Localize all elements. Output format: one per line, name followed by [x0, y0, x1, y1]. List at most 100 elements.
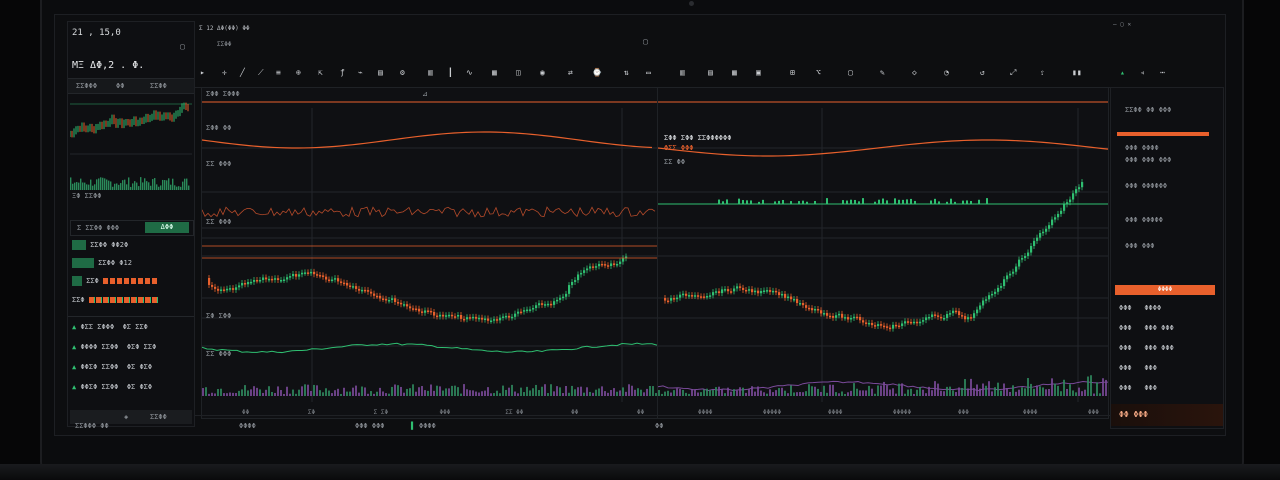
- replay-icon[interactable]: ↺: [980, 68, 985, 80]
- alert-icon[interactable]: ⌁: [358, 68, 363, 80]
- hotlist-icon[interactable]: ▣: [756, 68, 761, 80]
- candle-body: [256, 279, 259, 282]
- book-row-0[interactable]: ΣΣΦΦ ΦΦ2Φ: [72, 240, 128, 250]
- calendar-icon[interactable]: ▦: [732, 68, 737, 80]
- mini-vol-bar: [94, 184, 96, 190]
- candle-body: [316, 274, 319, 276]
- timeframe-icon[interactable]: ⌚: [592, 68, 602, 80]
- order-a-3: ΦΦΣΦ ΣΣΦΦ: [80, 383, 119, 391]
- chat-icon[interactable]: ✎: [880, 68, 885, 80]
- right-row-0[interactable]: ΦΦΦ ΦΦΦΦ: [1119, 304, 1161, 312]
- news-icon[interactable]: ▤: [708, 68, 713, 80]
- candle-body: [592, 266, 595, 268]
- volume-bar: [778, 388, 780, 396]
- mini-vol-bar: [112, 186, 114, 190]
- candles-icon[interactable]: ┃: [448, 68, 453, 80]
- line-chart-icon[interactable]: ∿: [466, 68, 473, 80]
- order-row-0[interactable]: ▲ ΦΣΣ ΣΦΦΦ ΦΣ ΣΣΦ: [72, 323, 148, 331]
- mini-vol-bar: [116, 183, 118, 190]
- bars-icon[interactable]: ▮▮: [1072, 68, 1082, 80]
- book-row-1[interactable]: ΣΣΦΦ Φ12: [72, 258, 132, 268]
- depth-icon[interactable]: ▥: [680, 68, 685, 80]
- candle-body: [820, 310, 823, 314]
- chart-pane-left[interactable]: ΣΦΦ ΣΦΦΦ ⊿ ΦΦ ΣΦ Σ ΣΦ ΦΦΦ ΣΣ ΦΦ ΦΦ ΦΦ ΣΦΦ ΦΦ Σ…: [201, 87, 658, 419]
- signal-icon[interactable]: ▴: [1120, 68, 1125, 80]
- right-bottom-bar[interactable]: ΦΦ ΦΦΦ: [1111, 404, 1223, 426]
- candle-body: [868, 322, 871, 325]
- order-a-1: ΦΦΦΦ ΣΣΦΦ: [80, 343, 119, 351]
- screener-icon[interactable]: ⊞: [790, 68, 795, 80]
- mini-vol-bar: [82, 182, 84, 190]
- order-icon[interactable]: ▭: [646, 68, 651, 80]
- right-row-2[interactable]: ΦΦΦ ΦΦΦ ΦΦΦ: [1119, 344, 1174, 352]
- pine-icon[interactable]: ⌥: [816, 68, 821, 80]
- candle-body: [223, 289, 226, 291]
- indicator-icon[interactable]: ƒ: [340, 68, 345, 80]
- window-controls[interactable]: — ▢ ✕: [1113, 21, 1131, 28]
- book-row-2[interactable]: ΣΣΦ: [72, 276, 158, 286]
- fullscreen-icon[interactable]: ⤢: [1010, 68, 1016, 80]
- mini-vol-bar: [102, 177, 104, 190]
- flat-green-bar: [962, 200, 964, 204]
- order-row-1[interactable]: ▲ ΦΦΦΦ ΣΣΦΦ ΦΣΦ ΣΣΦ: [72, 343, 156, 351]
- volume-bar: [925, 393, 927, 396]
- camera-icon[interactable]: ◉: [540, 68, 545, 80]
- volume-bar: [775, 390, 777, 396]
- candle-body: [487, 318, 490, 321]
- crosshair-icon[interactable]: ✛: [222, 68, 227, 80]
- volume-bar: [265, 389, 267, 396]
- fib-icon[interactable]: ≡: [276, 68, 281, 80]
- share-icon[interactable]: ⇪: [1040, 68, 1045, 80]
- right-row-1[interactable]: ΦΦΦ ΦΦΦ ΦΦΦ: [1119, 324, 1174, 332]
- volume-bar: [772, 392, 774, 396]
- save-icon[interactable]: ▤: [378, 68, 383, 80]
- ray-icon[interactable]: ⟋: [258, 68, 264, 80]
- volume-bar: [937, 383, 939, 396]
- volume-bar: [304, 384, 306, 396]
- layout-icon[interactable]: ◫: [516, 68, 521, 80]
- menu-icon[interactable]: ▸: [200, 68, 205, 80]
- left-chart-svg: ΦΦ ΣΦ Σ ΣΦ ΦΦΦ ΣΣ ΦΦ ΦΦ ΦΦ: [202, 101, 657, 416]
- volume-bar: [958, 387, 960, 396]
- volume-bar: [439, 386, 441, 396]
- watchlist-icon[interactable]: ▢: [848, 68, 853, 80]
- right-row-3[interactable]: ΦΦΦ ΦΦΦ: [1119, 364, 1157, 372]
- volume-bar: [541, 386, 543, 396]
- order-row-3[interactable]: ▲ ΦΦΣΦ ΣΣΦΦ ΦΣ ΦΣΦ: [72, 383, 152, 391]
- chart-pane-right[interactable]: ΦΦΦΦ ΦΦΦΦΦ ΦΦΦΦ ΦΦΦΦΦ ΦΦΦ ΦΦΦΦ ΦΦΦ ΣΦΦ ΣΦΦ ΣΣΦ…: [657, 87, 1109, 419]
- volume-bar: [373, 393, 375, 396]
- volume-bar: [226, 393, 228, 396]
- right-row-4[interactable]: ΦΦΦ ΦΦΦ: [1119, 384, 1157, 392]
- volume-bar: [835, 392, 837, 396]
- notifications-icon[interactable]: ◔: [944, 68, 949, 80]
- trade-icon[interactable]: ⇅: [624, 68, 629, 80]
- order-row-2[interactable]: ▲ ΦΦΣΦ ΣΣΦΦ ΦΣ ΦΣΦ: [72, 363, 152, 371]
- candle-body: [814, 308, 817, 311]
- compare-icon[interactable]: ⇄: [568, 68, 573, 80]
- pin-icon[interactable]: ◃: [1140, 68, 1145, 80]
- book-row-3[interactable]: ΣΣΦ: [72, 296, 159, 304]
- bar-chart-icon[interactable]: ▥: [428, 68, 433, 80]
- candle-body: [952, 310, 955, 314]
- volume-bar: [1051, 378, 1053, 396]
- footer-icon[interactable]: ◈: [124, 413, 128, 421]
- ideas-icon[interactable]: ◇: [912, 68, 917, 80]
- zoom-icon[interactable]: ⊕: [296, 68, 301, 80]
- window-icon[interactable]: ▢: [643, 37, 648, 46]
- grid-icon[interactable]: ▦: [492, 68, 497, 80]
- mini-vol-bar: [124, 179, 126, 190]
- candle-body: [865, 322, 868, 324]
- more-icon[interactable]: ⋯: [1160, 68, 1165, 80]
- measure-icon[interactable]: ⇱: [318, 68, 323, 80]
- volume-bar: [988, 381, 990, 396]
- buy-button[interactable]: ΔΦΦ: [145, 222, 189, 233]
- volume-bar: [427, 390, 429, 396]
- right-action-button[interactable]: ΦΦΦΦ: [1115, 285, 1215, 295]
- candle-body: [955, 310, 958, 313]
- left-label-2: ΣΣ ΦΦΦ: [206, 160, 232, 168]
- close-icon[interactable]: ▢: [180, 42, 185, 51]
- volume-bar: [871, 388, 873, 396]
- trend-line-icon[interactable]: ╱: [240, 68, 245, 80]
- candle-body: [850, 317, 853, 320]
- settings-icon[interactable]: ⚙: [400, 68, 405, 80]
